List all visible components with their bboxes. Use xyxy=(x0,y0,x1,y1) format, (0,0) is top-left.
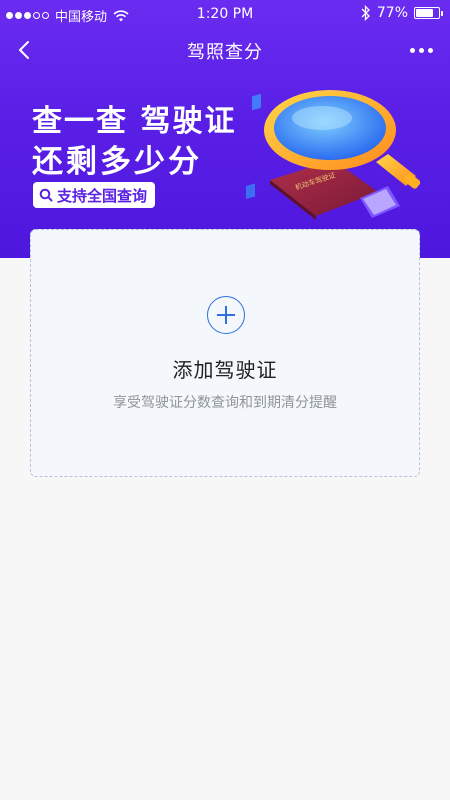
battery-icon xyxy=(414,7,443,19)
magnifier-illustration: 机动车驾驶证 xyxy=(246,90,421,220)
more-dots-icon[interactable] xyxy=(410,42,436,58)
banner-subheadline: 还剩多少分 xyxy=(32,144,202,180)
banner-headline: 查一查 驾驶证 xyxy=(32,104,237,139)
hero-banner: 中国移动 1:20 PM 77% 驾照查分 查一查 驾驶证 还剩多少分 支持全国… xyxy=(0,0,450,258)
bluetooth-icon xyxy=(361,5,370,21)
nav-bar: 驾照查分 xyxy=(0,30,450,70)
page-title: 驾照查分 xyxy=(187,42,263,63)
card-title: 添加驾驶证 xyxy=(172,358,278,382)
status-bar: 中国移动 1:20 PM 77% xyxy=(0,0,450,30)
battery-percent: 77% xyxy=(376,5,408,21)
nationwide-tag: 支持全国查询 xyxy=(33,182,156,208)
nationwide-tag-label: 支持全国查询 xyxy=(57,186,148,205)
plus-icon[interactable] xyxy=(207,296,245,334)
card-subtitle: 享受驾驶证分数查询和到期清分提醒 xyxy=(113,395,337,411)
add-license-card[interactable]: 添加驾驶证 享受驾驶证分数查询和到期清分提醒 xyxy=(30,229,420,477)
search-icon xyxy=(39,188,53,202)
battery-level xyxy=(416,9,433,17)
status-right: 77% xyxy=(361,5,443,21)
